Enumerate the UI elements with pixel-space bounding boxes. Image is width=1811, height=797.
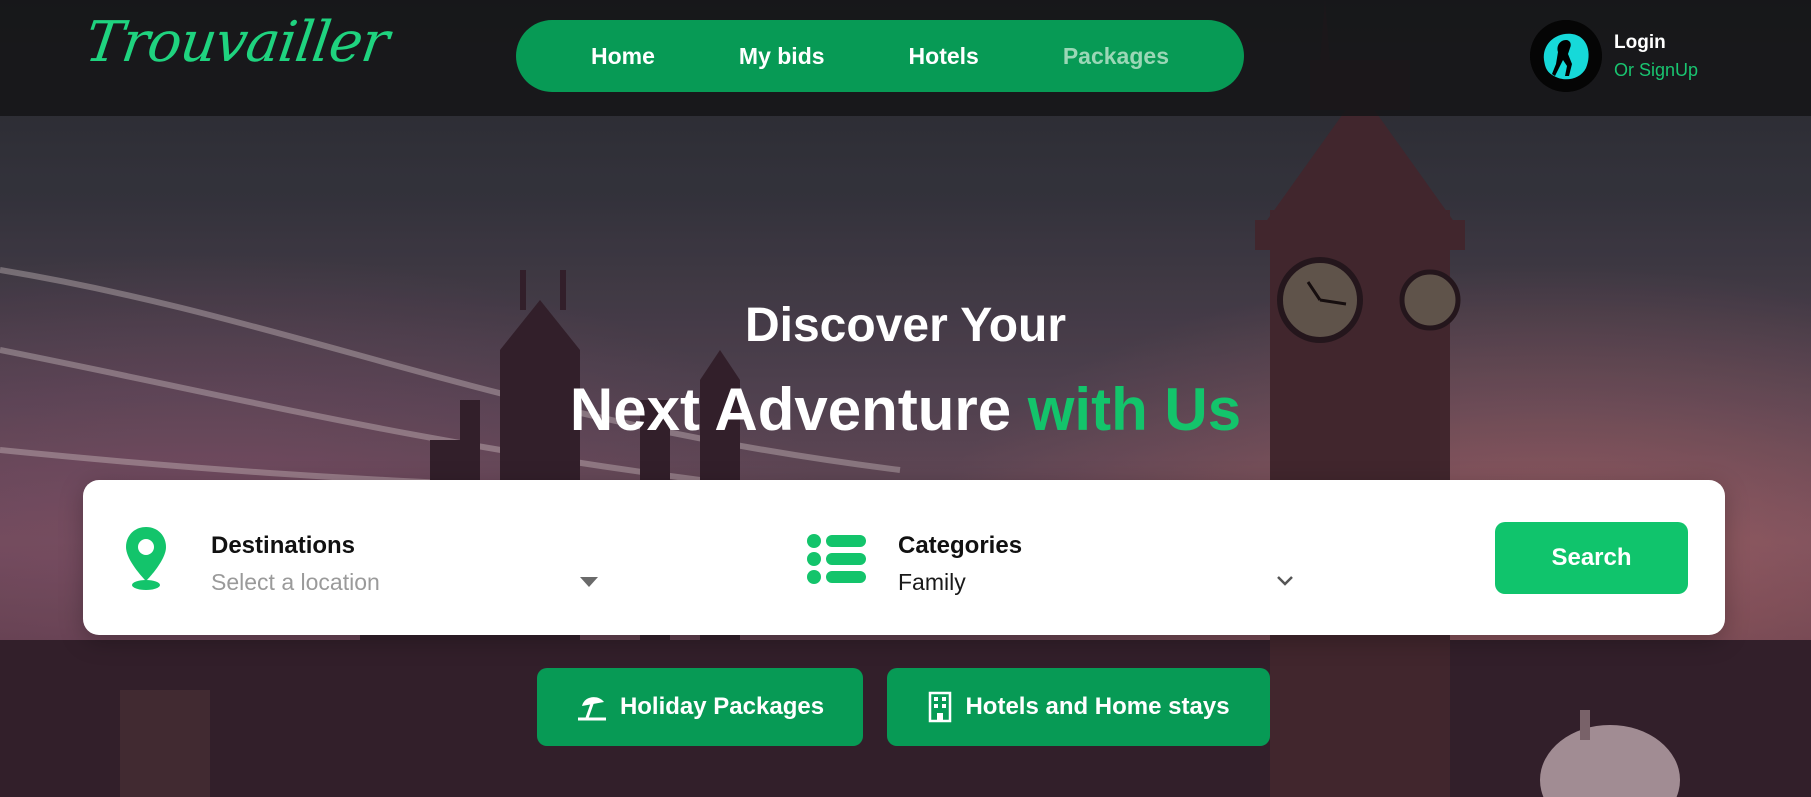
- beach-umbrella-icon: [577, 697, 606, 721]
- nav-hotels[interactable]: Hotels: [867, 43, 1021, 70]
- holiday-packages-label: Holiday Packages: [619, 693, 825, 720]
- map-pin-icon: [126, 527, 166, 590]
- hotels-homestays-label: Hotels and Home stays: [965, 693, 1230, 720]
- nav-packages[interactable]: Packages: [1021, 43, 1211, 70]
- chevron-down-icon[interactable]: [1276, 575, 1294, 587]
- hotels-homestays-button[interactable]: Hotels and Home stays: [887, 668, 1270, 746]
- login-link[interactable]: Login: [1614, 32, 1666, 54]
- hero-title-main: Next Adventure: [569, 376, 1012, 443]
- signup-link[interactable]: Or SignUp: [1614, 60, 1698, 81]
- destination-label: Destinations: [211, 532, 356, 559]
- top-header: Trouvailler Home My bids Hotels Packages…: [0, 0, 1811, 116]
- search-button[interactable]: Search: [1495, 522, 1688, 594]
- explorer-avatar-icon[interactable]: [1530, 20, 1602, 92]
- hero-title-accent: with Us: [1027, 376, 1242, 443]
- brand-logo[interactable]: Trouvailler: [81, 10, 392, 75]
- list-icon: [807, 534, 866, 584]
- hero-title-line1: Discover Your: [744, 299, 1067, 352]
- building-icon: [929, 691, 952, 723]
- main-nav: Home My bids Hotels Packages: [516, 20, 1244, 92]
- nav-my-bids[interactable]: My bids: [697, 43, 867, 70]
- search-panel: Destinations Select a location Categorie…: [83, 480, 1725, 635]
- category-label: Categories: [898, 532, 1023, 559]
- category-select[interactable]: Family: [898, 569, 966, 596]
- hero-title-line2: Next Adventure with Us: [0, 375, 1811, 444]
- holiday-packages-button[interactable]: Holiday Packages: [537, 668, 863, 746]
- destination-select[interactable]: Select a location: [211, 569, 380, 596]
- caret-down-icon[interactable]: [580, 577, 598, 589]
- account-area: Login Or SignUp: [1530, 20, 1770, 92]
- nav-home[interactable]: Home: [549, 43, 697, 70]
